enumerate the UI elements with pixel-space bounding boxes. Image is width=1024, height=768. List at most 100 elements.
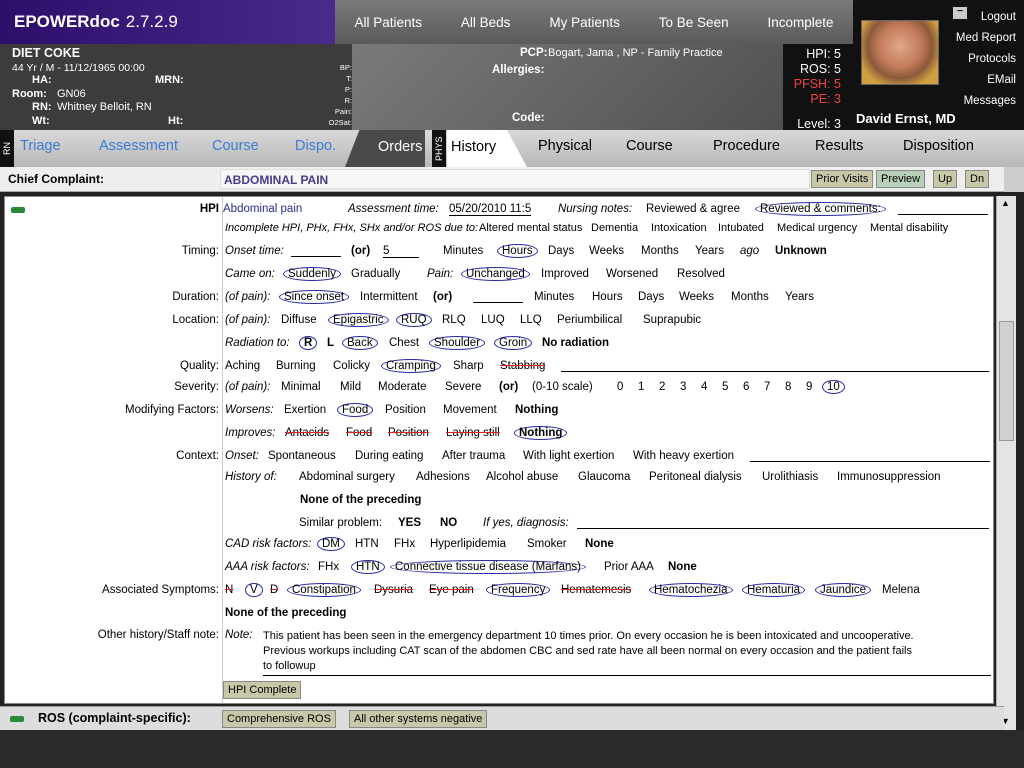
scroll-up-icon[interactable]: ▲ <box>1001 198 1010 208</box>
med-report-link[interactable]: Med Report <box>947 28 1016 49</box>
tab-triage[interactable]: Triage <box>20 138 61 154</box>
opt-luq[interactable]: LUQ <box>481 314 505 326</box>
opt-intermittent[interactable]: Intermittent <box>360 291 418 303</box>
opt-aching[interactable]: Aching <box>225 360 260 372</box>
opt-epigastric[interactable]: Epigastric <box>328 313 389 327</box>
opt-unknown[interactable]: Unknown <box>775 245 827 257</box>
onset-field[interactable] <box>291 245 341 257</box>
opt-cad-none[interactable]: None <box>585 538 614 550</box>
opt-sharp[interactable]: Sharp <box>453 360 484 372</box>
opt-urolithiasis[interactable]: Urolithiasis <box>762 471 818 483</box>
unit-days[interactable]: Days <box>548 245 574 257</box>
opt-rlq[interactable]: RLQ <box>442 314 466 326</box>
opt-smoker[interactable]: Smoker <box>527 538 567 550</box>
dur-minutes[interactable]: Minutes <box>534 291 574 303</box>
duration-field[interactable] <box>473 291 523 303</box>
opt-minimal[interactable]: Minimal <box>281 381 321 393</box>
nav-to-be-seen[interactable]: To Be Seen <box>659 15 729 30</box>
scroll-thumb[interactable] <box>999 321 1014 441</box>
opt-burning[interactable]: Burning <box>276 360 316 372</box>
opt-improve-nothing[interactable]: Nothing <box>514 426 568 440</box>
opt-intubated[interactable]: Intubated <box>718 222 764 234</box>
collapse-ros-icon[interactable] <box>10 716 24 722</box>
opt-aaa-fhx[interactable]: FHx <box>318 561 339 573</box>
opt-eye-pain[interactable]: Eye pain <box>429 584 474 596</box>
opt-laying-still[interactable]: Laying still <box>446 427 500 439</box>
sev-8[interactable]: 8 <box>785 381 791 393</box>
opt-llq[interactable]: LLQ <box>520 314 542 326</box>
preview-button[interactable]: Preview <box>876 170 926 188</box>
tab-disposition[interactable]: Disposition <box>903 138 974 154</box>
tab-course-rn[interactable]: Course <box>212 138 259 154</box>
dur-years[interactable]: Years <box>785 291 814 303</box>
all-negative-button[interactable]: All other systems negative <box>349 710 488 728</box>
tab-orders[interactable]: Orders <box>345 130 425 167</box>
timing-num[interactable]: 5 <box>383 245 419 258</box>
opt-mental-disability[interactable]: Mental disability <box>870 222 948 234</box>
tab-course[interactable]: Course <box>626 138 673 154</box>
sev-5[interactable]: 5 <box>722 381 728 393</box>
opt-medical-urgency[interactable]: Medical urgency <box>777 222 857 234</box>
opt-resolved[interactable]: Resolved <box>677 268 725 280</box>
opt-intoxication[interactable]: Intoxication <box>651 222 707 234</box>
opt-mild[interactable]: Mild <box>340 381 361 393</box>
dur-months[interactable]: Months <box>731 291 769 303</box>
unit-months[interactable]: Months <box>641 245 679 257</box>
context-field[interactable] <box>750 450 990 462</box>
opt-improve-food[interactable]: Food <box>346 427 372 439</box>
opt-rad-r[interactable]: R <box>299 336 318 350</box>
minimize-button[interactable]: − <box>953 7 967 19</box>
quality-field[interactable] <box>561 360 989 372</box>
opt-light-exertion[interactable]: With light exertion <box>523 450 614 462</box>
opt-after-trauma[interactable]: After trauma <box>442 450 505 462</box>
sev-0[interactable]: 0 <box>617 381 623 393</box>
opt-v[interactable]: V <box>245 583 263 597</box>
opt-rad-l[interactable]: L <box>327 337 334 349</box>
scrollbar[interactable]: ▲ ▼ <box>996 196 1016 730</box>
sev-7[interactable]: 7 <box>764 381 770 393</box>
opt-hist-none[interactable]: None of the preceding <box>300 494 421 506</box>
unit-weeks[interactable]: Weeks <box>589 245 624 257</box>
opt-gradually[interactable]: Gradually <box>351 268 400 280</box>
diagnosis-field[interactable] <box>577 517 989 529</box>
opt-hematochezia[interactable]: Hematochezia <box>649 583 733 597</box>
nav-all-beds[interactable]: All Beds <box>461 15 511 30</box>
tab-history[interactable]: History <box>447 130 527 167</box>
opt-cramping[interactable]: Cramping <box>381 359 441 373</box>
dur-weeks[interactable]: Weeks <box>679 291 714 303</box>
opt-ruq[interactable]: RUQ <box>396 313 432 327</box>
sev-9[interactable]: 9 <box>806 381 812 393</box>
prior-visits-button[interactable]: Prior Visits <box>811 170 874 188</box>
sev-2[interactable]: 2 <box>659 381 665 393</box>
opt-unchanged[interactable]: Unchanged <box>461 267 530 281</box>
opt-melena[interactable]: Melena <box>882 584 920 596</box>
opt-hematuria[interactable]: Hematuria <box>742 583 806 597</box>
tab-results[interactable]: Results <box>815 138 863 154</box>
opt-no-radiation[interactable]: No radiation <box>542 337 609 349</box>
comprehensive-ros-button[interactable]: Comprehensive ROS <box>222 710 336 728</box>
sev-1[interactable]: 1 <box>638 381 644 393</box>
opt-back[interactable]: Back <box>342 336 378 350</box>
opt-frequency[interactable]: Frequency <box>486 583 551 597</box>
opt-dysuria[interactable]: Dysuria <box>374 584 413 596</box>
messages-link[interactable]: Messages <box>947 91 1016 112</box>
opt-exertion[interactable]: Exertion <box>284 404 326 416</box>
unit-hours[interactable]: Hours <box>497 244 538 258</box>
up-button[interactable]: Up <box>933 170 958 188</box>
opt-aaa-htn[interactable]: HTN <box>351 560 385 574</box>
side-arrow[interactable] <box>1004 167 1024 192</box>
opt-yes[interactable]: YES <box>398 517 421 529</box>
sev-3[interactable]: 3 <box>680 381 686 393</box>
opt-immunosuppression[interactable]: Immunosuppression <box>837 471 941 483</box>
opt-worsen-nothing[interactable]: Nothing <box>515 404 558 416</box>
opt-suprapubic[interactable]: Suprapubic <box>643 314 701 326</box>
protocols-link[interactable]: Protocols <box>947 49 1016 70</box>
email-link[interactable]: EMail <box>947 70 1016 91</box>
opt-n[interactable]: N <box>225 584 233 596</box>
opt-constipation[interactable]: Constipation <box>287 583 361 597</box>
opt-improve-position[interactable]: Position <box>388 427 429 439</box>
tab-dispo[interactable]: Dispo. <box>295 138 336 154</box>
tab-assessment[interactable]: Assessment <box>99 138 178 154</box>
opt-heavy-exertion[interactable]: With heavy exertion <box>633 450 734 462</box>
opt-antacids[interactable]: Antacids <box>285 427 329 439</box>
